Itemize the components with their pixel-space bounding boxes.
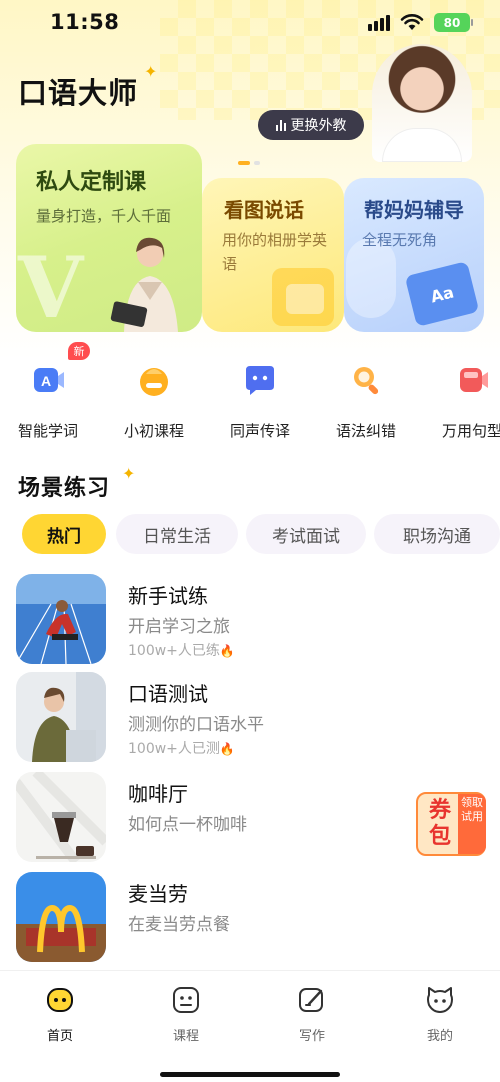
change-teacher-label: 更换外教 [290,118,347,134]
scene-item-subtitle: 如何点一杯咖啡 [128,815,247,835]
tab-home[interactable]: 首页 [20,985,100,1045]
tab-writing[interactable]: 写作 [272,985,352,1045]
tab-hot[interactable]: 热门 [22,514,106,554]
bottom-tab-bar: 首页 课程 写作 我的 [0,970,500,1082]
teacher-illustration [110,237,178,332]
coupon-side-text: 领取试用 [458,794,486,854]
battery-indicator: 80 [434,13,473,32]
profile-cat-icon [427,987,453,1013]
tool-primary-course[interactable]: 小初课程 [114,362,194,442]
tool-interpretation[interactable]: 同声传译 [220,362,300,442]
tool-sentence-patterns[interactable]: 万用句型 [432,362,500,442]
ai-word-icon: A [34,368,64,392]
chat-bubbles-icon [246,366,274,395]
svg-text:A: A [41,373,51,389]
teacher-avatar[interactable] [372,44,472,162]
tab-label: 我的 [426,1029,453,1044]
voice-wave-icon [275,119,286,131]
course-icon [173,987,199,1013]
scene-item-beginner[interactable]: 新手试练 开启学习之旅 100w+人已练🔥 [16,574,486,664]
new-badge: 新 [68,342,90,360]
section-title: 场景练习 [18,476,111,501]
write-icon [299,988,323,1012]
fire-icon: 🔥 [219,742,235,756]
fire-icon: 🔥 [219,644,235,658]
mcdonalds-thumbnail [16,872,106,962]
tool-label: 小初课程 [123,422,184,440]
tab-workplace[interactable]: 职场沟通 [374,514,500,554]
parent-tutoring-subtitle: 全程无死角 [362,231,438,249]
photo-talk-title: 看图说话 [224,198,304,222]
status-time: 11:58 [50,10,120,34]
tab-exam-interview[interactable]: 考试面试 [246,514,366,554]
scene-item-subtitle: 测测你的口语水平 [128,715,264,735]
tab-label: 首页 [46,1029,73,1044]
count-text: 100w+人已练 [128,643,220,659]
parent-tutoring-title: 帮妈妈辅导 [364,198,464,222]
tab-label: 写作 [298,1029,325,1044]
scene-item-title: 咖啡厅 [128,782,188,806]
decorative-v-shape: V [18,238,84,337]
coffee-thumbnail [16,772,106,862]
scene-item-title: 口语测试 [128,682,208,706]
home-face-icon [47,988,73,1012]
app-title: 口语大师 [18,76,139,110]
scene-item-count: 100w+人已练🔥 [128,640,235,660]
runner-thumbnail [16,574,106,664]
tool-grammar-check[interactable]: 语法纠错 [326,362,406,442]
sparkle-icon: ✦ [144,62,158,81]
interview-thumbnail [16,672,106,762]
coupon-pack-button[interactable]: 券包 领取试用 [416,792,486,856]
tab-mine[interactable]: 我的 [400,985,480,1045]
sentence-icon [460,368,488,392]
tab-daily-life[interactable]: 日常生活 [116,514,238,554]
signal-icon [368,15,392,31]
child-face-icon [140,368,168,396]
tab-course[interactable]: 课程 [146,985,226,1045]
custom-course-title: 私人定制课 [36,170,147,195]
tool-smart-word[interactable]: A 智能学词 [8,362,88,442]
scene-item-title: 麦当劳 [128,882,188,906]
carousel-dots [238,161,262,165]
change-teacher-button[interactable]: 更换外教 [258,110,364,140]
tab-label: 课程 [172,1029,199,1044]
photo-frame-shape [286,284,324,314]
tool-label: 智能学词 [17,422,78,440]
wifi-icon [400,14,424,30]
status-bar: 11:58 80 [0,0,500,46]
scene-item-mcdonalds[interactable]: 麦当劳 在麦当劳点餐 [16,872,486,962]
custom-course-subtitle: 量身打造，千人千面 [36,207,172,225]
count-text: 100w+人已测 [128,741,220,757]
tool-label: 万用句型 [441,422,500,440]
magnifier-icon [354,367,379,395]
tool-label: 语法纠错 [335,422,396,440]
sparkle-icon: ✦ [122,464,136,483]
coupon-main-text: 券包 [428,798,451,849]
scene-item-subtitle: 开启学习之旅 [128,617,230,637]
home-indicator [160,1072,340,1077]
scene-item-count: 100w+人已测🔥 [128,738,235,758]
scene-tabs: 热门 日常生活 考试面试 职场沟通 [22,514,500,554]
scene-item-subtitle: 在麦当劳点餐 [128,915,230,935]
scene-item-speaking-test[interactable]: 口语测试 测测你的口语水平 100w+人已测🔥 [16,672,486,762]
scene-item-title: 新手试练 [128,584,208,608]
tool-label: 同声传译 [229,422,290,440]
